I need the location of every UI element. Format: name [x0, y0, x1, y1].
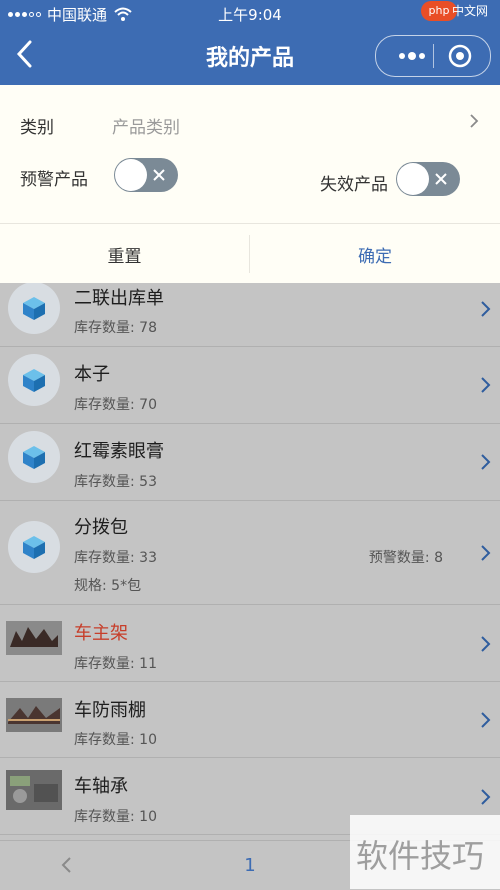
- filter-panel: 类别 产品类别 预警产品 失效产品 重置 确定: [0, 85, 500, 283]
- stock-quantity: 库存数量: 10: [74, 809, 157, 825]
- more-dots-icon[interactable]: [390, 45, 434, 67]
- product-thumbnail: [8, 431, 60, 483]
- cube-icon: [23, 446, 45, 469]
- toggle-knob: [115, 159, 147, 191]
- mini-program-capsule: [375, 35, 491, 77]
- invalid-product-toggle[interactable]: [396, 162, 460, 196]
- confirm-button[interactable]: 确定: [250, 242, 500, 267]
- product-row[interactable]: 车主架 库存数量: 11: [0, 605, 500, 682]
- php-cn-watermark: 中文网: [452, 4, 489, 18]
- chevron-right-icon: [481, 377, 491, 393]
- cube-icon: [23, 297, 45, 320]
- product-name: 车轴承: [74, 776, 128, 797]
- product-row[interactable]: 本子 库存数量: 70: [0, 347, 500, 424]
- cube-icon: [23, 536, 45, 559]
- chevron-right-icon[interactable]: [468, 113, 480, 129]
- cube-icon: [23, 369, 45, 392]
- product-name: 本子: [74, 364, 110, 385]
- stock-quantity: 库存数量: 53: [74, 474, 157, 490]
- product-name: 车防雨棚: [74, 700, 146, 721]
- invalid-product-label: 失效产品: [320, 175, 388, 195]
- product-photo: [6, 770, 62, 810]
- toggle-knob: [397, 163, 429, 195]
- chevron-right-icon: [481, 712, 491, 728]
- capsule-divider: [433, 44, 434, 68]
- product-thumbnail: [8, 521, 60, 573]
- stock-quantity: 库存数量: 10: [74, 732, 157, 748]
- product-photo: [6, 621, 62, 655]
- product-row[interactable]: 车防雨棚 库存数量: 10: [0, 682, 500, 758]
- chevron-right-icon: [481, 545, 491, 561]
- stock-quantity: 库存数量: 78: [74, 320, 157, 336]
- nav-bar: 我的产品: [0, 26, 500, 85]
- product-name: 分拨包: [74, 517, 128, 538]
- category-selector[interactable]: 产品类别: [112, 113, 180, 138]
- warning-product-label: 预警产品: [20, 170, 88, 190]
- product-spec: 规格: 5*包: [74, 578, 142, 594]
- product-thumbnail: [8, 354, 60, 406]
- stock-quantity: 库存数量: 70: [74, 397, 157, 413]
- product-row[interactable]: 红霉素眼膏 库存数量: 53: [0, 424, 500, 501]
- stock-quantity: 库存数量: 11: [74, 656, 157, 672]
- warning-quantity: 预警数量: 8: [368, 550, 443, 566]
- product-name: 红霉素眼膏: [74, 441, 164, 462]
- product-name: 车主架: [74, 623, 128, 644]
- site-watermark-text: 软件技巧: [356, 837, 485, 875]
- close-icon: [435, 173, 447, 185]
- prev-page-icon[interactable]: [60, 856, 74, 874]
- warning-product-toggle[interactable]: [114, 158, 178, 192]
- filter-divider: [0, 223, 500, 224]
- product-row[interactable]: 分拨包 库存数量: 33 预警数量: 8 规格: 5*包: [0, 501, 500, 605]
- product-photo: [6, 698, 62, 732]
- product-list: 二联出库单 库存数量: 78 本子 库存数量: 70 红霉素眼膏 库存数量: 5…: [0, 280, 500, 840]
- close-icon: [153, 169, 165, 181]
- reset-button[interactable]: 重置: [0, 242, 249, 267]
- site-watermark: 软件技巧: [350, 815, 500, 889]
- product-row[interactable]: 二联出库单 库存数量: 78: [0, 280, 500, 347]
- chevron-right-icon: [481, 301, 491, 317]
- chevron-right-icon: [481, 789, 491, 805]
- chevron-right-icon: [481, 636, 491, 652]
- current-page[interactable]: 1: [236, 855, 264, 876]
- stock-quantity: 库存数量: 33: [74, 550, 157, 566]
- product-thumbnail: [8, 282, 60, 334]
- close-target-icon[interactable]: [448, 44, 472, 68]
- category-label: 类别: [20, 118, 54, 138]
- product-name: 二联出库单: [74, 288, 164, 309]
- chevron-right-icon: [481, 454, 491, 470]
